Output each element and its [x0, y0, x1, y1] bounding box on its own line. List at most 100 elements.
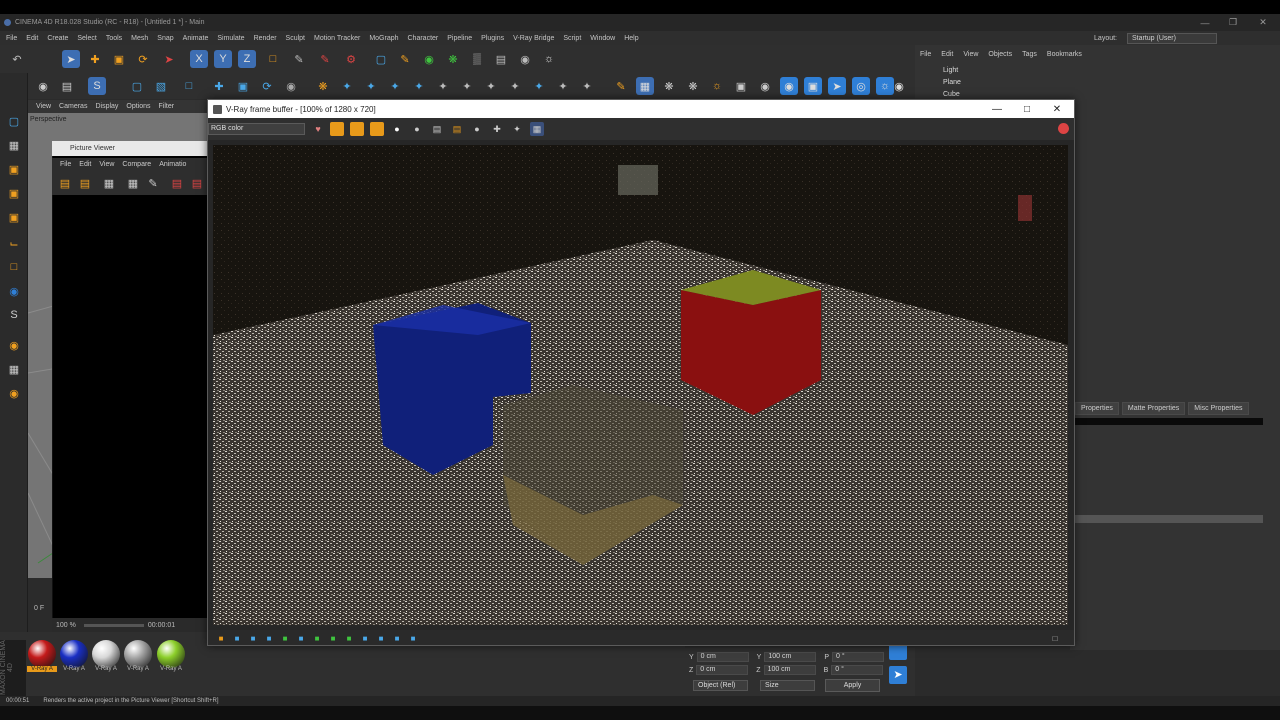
coord-size-field[interactable]: 100 cm	[763, 665, 816, 675]
x-axis-icon[interactable]: X	[190, 50, 208, 68]
vray-proxy-icon[interactable]: ✦	[362, 77, 380, 95]
vray-stop-icon[interactable]: ✦	[578, 77, 596, 95]
coord-size-field[interactable]: 100 cm	[764, 652, 817, 662]
pv-clear-icon[interactable]: ▤	[188, 174, 206, 192]
cube-primitive-icon[interactable]: ▢	[372, 50, 390, 68]
vray-lightmix-icon[interactable]: ➤	[828, 77, 846, 95]
model-mode-icon[interactable]: ▢	[4, 111, 24, 131]
vfb-minimize-button[interactable]: —	[982, 100, 1012, 118]
floor-icon[interactable]: ▤	[492, 50, 510, 68]
vfb-white-dot-icon[interactable]: ●	[390, 122, 404, 136]
vray-grid-icon[interactable]: ▦	[636, 77, 654, 95]
material-ball[interactable]	[124, 640, 152, 668]
open-folder-icon[interactable]: ▤	[56, 174, 74, 192]
vfb-close-button[interactable]: ✕	[1042, 100, 1072, 118]
object-rel-dropdown[interactable]: Object (Rel)	[693, 680, 748, 691]
polygons-mode-icon[interactable]: ▣	[4, 207, 24, 227]
material-label[interactable]: V-Ray A	[27, 666, 57, 672]
pv-stop-icon[interactable]: ▤	[168, 174, 186, 192]
menu-render[interactable]: Render	[254, 35, 277, 42]
vfb-maximize-button[interactable]: □	[1012, 100, 1042, 118]
vray-wand-icon[interactable]: ✎	[612, 77, 630, 95]
vray-coord-icon[interactable]	[889, 644, 907, 660]
vray-move-icon[interactable]: ✚	[210, 77, 228, 95]
save-icon[interactable]: ▤	[76, 174, 94, 192]
texture-checker-icon[interactable]: ▦	[4, 135, 24, 155]
vray-globe-icon[interactable]: ◎	[852, 77, 870, 95]
vfb-red-channel-icon[interactable]	[330, 122, 344, 136]
vfb-history-icon[interactable]: ▦	[530, 122, 544, 136]
menu-window[interactable]: Window	[590, 35, 615, 42]
snap-settings-icon[interactable]: S	[4, 305, 24, 325]
vray-tool-icon[interactable]: ◉	[282, 77, 300, 95]
coord-rotation-field[interactable]: 0 °	[831, 665, 884, 675]
material-label[interactable]: V-Ray A	[59, 666, 89, 672]
trash-icon[interactable]: □	[180, 77, 198, 95]
render-settings-icon[interactable]: ⚙	[342, 50, 360, 68]
material-label[interactable]: V-Ray A	[123, 666, 153, 672]
y-axis-icon[interactable]: Y	[214, 50, 232, 68]
pv-menu-view[interactable]: View	[99, 161, 114, 168]
vray-sky-icon[interactable]: ✦	[506, 77, 524, 95]
tab-matte-properties[interactable]: Matte Properties	[1121, 402, 1186, 415]
tab-misc-properties[interactable]: Misc Properties	[1188, 402, 1249, 415]
coord-position-field[interactable]: 0 cm	[696, 665, 749, 675]
move-tool-icon[interactable]: ✚	[86, 50, 104, 68]
coord-rotation-field[interactable]: 0 °	[832, 652, 885, 662]
material-label[interactable]: V-Ray A	[156, 666, 186, 672]
vfb-expand-icon[interactable]: □	[1046, 629, 1064, 647]
menu-simulate[interactable]: Simulate	[217, 35, 244, 42]
om-menu-file[interactable]: File	[920, 51, 931, 58]
menu-animate[interactable]: Animate	[183, 35, 209, 42]
vfb-clear-icon[interactable]: ●	[470, 122, 484, 136]
viewport-menu-filter[interactable]: Filter	[159, 103, 175, 110]
locked-workplane-icon[interactable]: ▦	[4, 359, 24, 379]
undo-icon[interactable]: ↶	[8, 50, 26, 68]
pv-render-icon[interactable]: ✎	[144, 174, 162, 192]
menu-file[interactable]: File	[6, 35, 17, 42]
minimize-button[interactable]: —	[1190, 14, 1220, 31]
menu-motion-tracker[interactable]: Motion Tracker	[314, 35, 360, 42]
vray-ipr-icon[interactable]: ▣	[804, 77, 822, 95]
viewport-menu-view[interactable]: View	[36, 103, 51, 110]
vray-mesh-icon[interactable]: ✦	[434, 77, 452, 95]
light-icon[interactable]: ☼	[540, 50, 558, 68]
spline-pen-icon[interactable]: ✎	[396, 50, 414, 68]
object-item-plane[interactable]: Plane	[915, 77, 961, 89]
render-view-icon[interactable]: ✎	[290, 50, 308, 68]
select-tool-icon[interactable]: ➤	[62, 50, 80, 68]
viewport-menu-options[interactable]: Options	[126, 103, 150, 110]
texture-mode-icon[interactable]: ▧	[152, 77, 170, 95]
vfb-heart-icon[interactable]: ♥	[311, 122, 325, 136]
om-menu-bookmarks[interactable]: Bookmarks	[1047, 51, 1082, 58]
pv-menu-file[interactable]: File	[60, 161, 71, 168]
tweak-mode-icon[interactable]: □	[4, 257, 24, 277]
edges-mode-icon[interactable]: ▣	[4, 183, 24, 203]
size-mode-dropdown[interactable]: Size	[760, 680, 815, 691]
maximize-button[interactable]: ❐	[1218, 14, 1248, 31]
coordinate-system-icon[interactable]: □	[264, 50, 282, 68]
vray-plane-icon[interactable]: ✦	[482, 77, 500, 95]
om-menu-tags[interactable]: Tags	[1022, 51, 1037, 58]
menu-plugins[interactable]: Plugins	[481, 35, 504, 42]
vray-fur-icon[interactable]: ✦	[386, 77, 404, 95]
fit-icon[interactable]: ▦	[100, 174, 118, 192]
menu-select[interactable]: Select	[77, 35, 96, 42]
menu-sculpt[interactable]: Sculpt	[286, 35, 305, 42]
vray-light-icon[interactable]: ❋	[314, 77, 332, 95]
menu-script[interactable]: Script	[563, 35, 581, 42]
vray-box-icon[interactable]: ▣	[732, 77, 750, 95]
planar-workplane-icon[interactable]: ◉	[4, 383, 24, 403]
vray-sphere-icon[interactable]: ✦	[458, 77, 476, 95]
menu-vray-bridge[interactable]: V-Ray Bridge	[513, 35, 554, 42]
material-ball[interactable]	[157, 640, 185, 668]
enable-snap-icon[interactable]: ◉	[4, 281, 24, 301]
scale-tool-icon[interactable]: ▣	[110, 50, 128, 68]
vray-dome-icon[interactable]: ✦	[338, 77, 356, 95]
menu-help[interactable]: Help	[624, 35, 638, 42]
menu-create[interactable]: Create	[47, 35, 68, 42]
vfb-green-channel-icon[interactable]	[350, 122, 364, 136]
pv-slider-track[interactable]	[83, 623, 144, 627]
vfb-mono-icon[interactable]: ●	[410, 122, 424, 136]
region-icon[interactable]: ▦	[124, 174, 142, 192]
